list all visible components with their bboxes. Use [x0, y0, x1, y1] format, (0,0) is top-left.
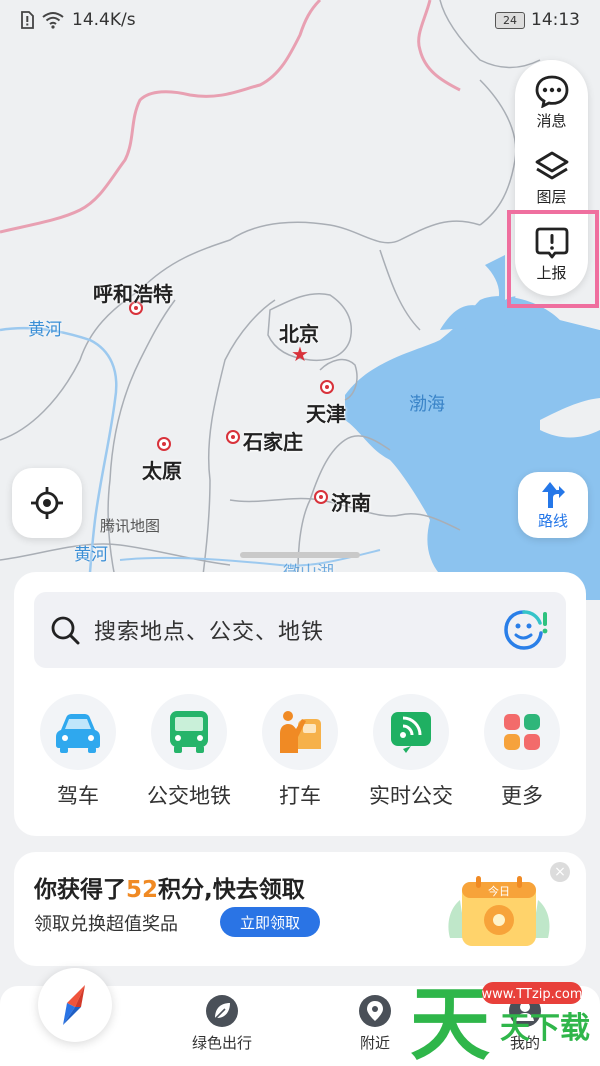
city-label-shijiazhuang: 石家庄 [243, 430, 303, 454]
search-icon [51, 616, 80, 645]
clock: 14:13 [531, 10, 580, 30]
quick-taxi-label: 打车 [279, 784, 321, 808]
quick-realtime-bus[interactable]: 实时公交 [361, 694, 461, 810]
city-label-tianjin: 天津 [306, 402, 346, 426]
status-bar: 14.4K/s 24 14:13 [0, 0, 600, 40]
city-marker-tianjin[interactable] [320, 380, 334, 394]
nav-green-travel-label: 绿色出行 [192, 1034, 253, 1052]
nav-mine-label: 我的 [509, 1034, 540, 1052]
locate-me-button[interactable] [12, 468, 82, 538]
search-card: 搜索地点、公交、地铁 驾车 公交地铁 打车 实时公交 更多 [14, 572, 586, 836]
quick-actions: 驾车 公交地铁 打车 实时公交 更多 [14, 694, 586, 810]
calendar-today-label: 今日 [488, 884, 510, 898]
city-label-beijing: 北京 [279, 322, 319, 346]
promo-title-prefix: 你获得了 [34, 877, 126, 903]
promo-points: 52 [126, 877, 159, 903]
quick-drive[interactable]: 驾车 [28, 694, 128, 810]
quick-realtime-bus-label: 实时公交 [369, 784, 453, 808]
map-provider-label: 腾讯地图 [100, 517, 161, 535]
city-marker-taiyuan[interactable] [157, 437, 171, 451]
message-bubble-icon [535, 75, 568, 108]
promo-subtitle: 领取兑换超值奖品 [34, 914, 178, 935]
city-marker-jinan[interactable] [314, 490, 328, 504]
taxi-icon [262, 694, 338, 770]
quick-taxi[interactable]: 打车 [250, 694, 350, 810]
nav-mine[interactable]: 我的 [508, 994, 542, 1053]
route-arrow-icon [542, 481, 565, 508]
quick-transit[interactable]: 公交地铁 [139, 694, 239, 810]
profile-icon [509, 995, 541, 1027]
nav-nearby[interactable]: 附近 [358, 994, 392, 1053]
explore-compass-button[interactable] [38, 968, 112, 1042]
yellow-river-label: 黄河 [28, 320, 62, 340]
quick-more-label: 更多 [501, 784, 543, 808]
messages-label: 消息 [536, 112, 567, 130]
bohai-sea-label: 渤海 [409, 394, 445, 415]
search-bar[interactable]: 搜索地点、公交、地铁 [34, 592, 566, 668]
compass-icon [63, 985, 85, 1025]
more-grid-icon [484, 694, 560, 770]
battery-icon: 24 [495, 11, 525, 29]
calendar-reward-icon: 今日 [448, 876, 550, 946]
points-promo-card[interactable]: 你获得了52积分,快去领取 领取兑换超值奖品 立即领取 × 今日 [14, 852, 586, 966]
quick-transit-label: 公交地铁 [147, 784, 231, 808]
layers-button[interactable]: 图层 [515, 150, 588, 207]
messages-button[interactable]: 消息 [515, 74, 588, 131]
location-pin-icon [359, 995, 391, 1027]
city-label-taiyuan: 太原 [142, 459, 182, 483]
leaf-icon [206, 995, 238, 1027]
crosshair-icon [31, 487, 63, 519]
route-label: 路线 [537, 511, 568, 530]
voice-assistant-icon[interactable] [502, 608, 550, 652]
city-label-hohhot: 呼和浩特 [93, 282, 173, 306]
promo-title: 你获得了52积分,快去领取 [34, 870, 305, 904]
nav-green-travel[interactable]: 绿色出行 [192, 994, 252, 1053]
sheet-drag-handle[interactable] [240, 552, 360, 558]
quick-drive-label: 驾车 [57, 784, 99, 808]
promo-title-suffix: 积分,快去领取 [158, 877, 305, 903]
city-marker-shijiazhuang[interactable] [226, 430, 240, 444]
report-highlight-box [507, 210, 599, 308]
sim-alert-icon [21, 11, 34, 29]
layers-label: 图层 [536, 188, 567, 206]
realtime-bus-icon [373, 694, 449, 770]
wifi-icon [42, 12, 64, 29]
car-icon [40, 694, 116, 770]
quick-more[interactable]: 更多 [472, 694, 572, 810]
route-button[interactable]: 路线 [518, 472, 588, 538]
yellow-river-label-2: 黄河 [74, 545, 108, 565]
layers-icon [535, 151, 568, 180]
bus-icon [151, 694, 227, 770]
search-placeholder: 搜索地点、公交、地铁 [94, 620, 325, 645]
city-label-jinan: 济南 [331, 491, 371, 515]
claim-now-button[interactable]: 立即领取 [220, 907, 320, 937]
network-speed: 14.4K/s [72, 10, 136, 30]
nav-nearby-label: 附近 [359, 1034, 390, 1052]
